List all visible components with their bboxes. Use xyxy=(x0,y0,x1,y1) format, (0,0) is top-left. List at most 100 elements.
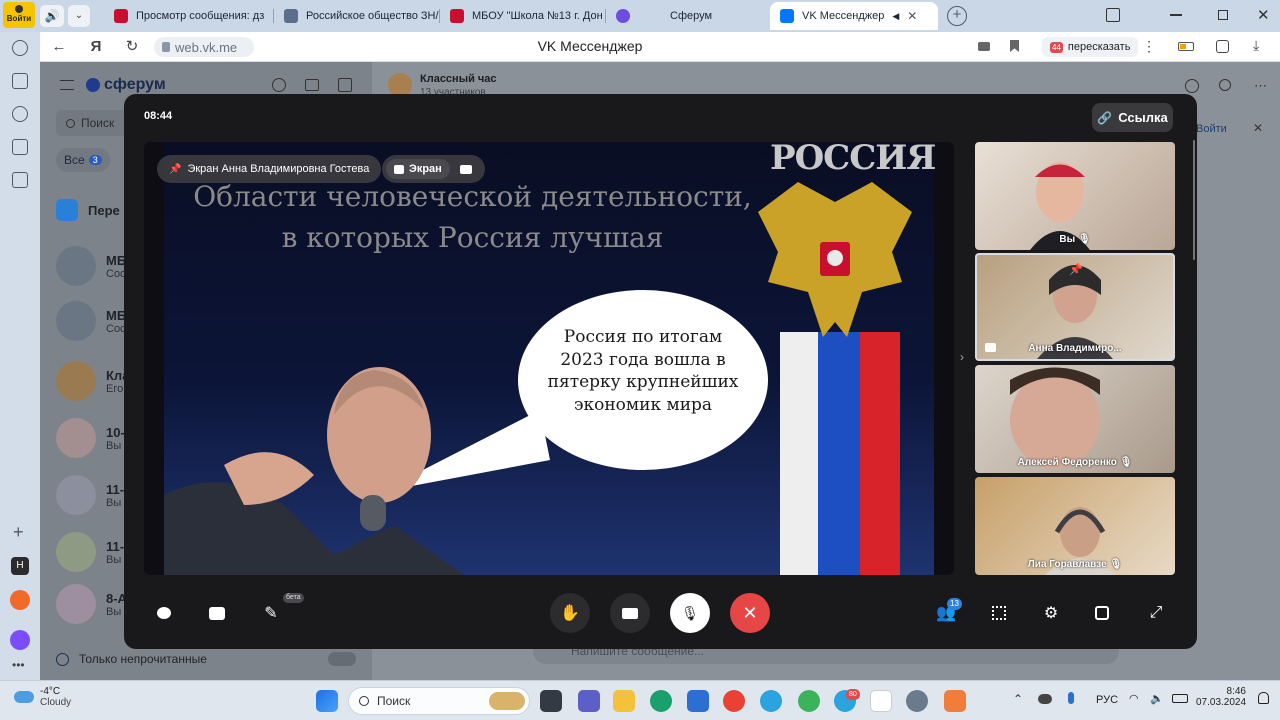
pip-icon xyxy=(1095,606,1109,620)
participant-tile[interactable]: Алексей Федоренко 🎙 xyxy=(975,365,1175,473)
archive-icon[interactable] xyxy=(305,79,319,91)
sound-tab-icon[interactable]: 🔊 xyxy=(40,5,64,27)
menu-icon[interactable] xyxy=(60,80,74,90)
file-explorer-icon[interactable] xyxy=(613,690,635,712)
tab-society[interactable]: Российское общество ЗН/ xyxy=(274,2,440,30)
play-icon[interactable] xyxy=(12,106,28,122)
share-screen-icon xyxy=(209,606,225,620)
clock[interactable]: 8:46 07.03.2024 xyxy=(1196,686,1246,708)
notification-icon[interactable] xyxy=(1258,692,1269,704)
whatsapp-icon[interactable] xyxy=(798,690,820,712)
tab-vk-messenger[interactable]: VK Мессенджер ◀ ✕ xyxy=(770,2,938,30)
taskbar-search[interactable]: Поиск xyxy=(348,687,530,715)
close-window-icon[interactable]: ✕ xyxy=(1257,6,1270,24)
grid-layout-button[interactable] xyxy=(987,601,1011,625)
participant-tile[interactable]: Лиа Горавлавзе 🎙 xyxy=(975,477,1175,575)
menu-dots-icon[interactable]: ⋮ xyxy=(1142,38,1156,55)
tab-message[interactable]: Просмотр сообщения: дз xyxy=(104,2,272,30)
start-button[interactable] xyxy=(316,690,338,712)
reload-icon[interactable]: ↻ xyxy=(124,39,140,55)
edge-icon[interactable] xyxy=(650,690,672,712)
extensions-icon[interactable] xyxy=(1216,40,1229,53)
unread-toggle[interactable] xyxy=(328,652,356,666)
pin-icon: 📌 xyxy=(169,163,182,175)
s-app-icon[interactable] xyxy=(12,139,28,155)
pinned-screen-chip[interactable]: 📌 Экран Анна Владимировна Гостева xyxy=(157,155,382,183)
raise-hand-button[interactable]: ✋ xyxy=(550,593,590,633)
unread-filter-row[interactable]: Только непрочитанные xyxy=(56,649,356,669)
settings-button[interactable]: ⚙ xyxy=(1039,601,1063,625)
screenshot-icon[interactable] xyxy=(12,172,28,188)
downloads-icon[interactable]: ⤓ xyxy=(1253,37,1259,54)
tile-pin-icon[interactable]: 📌 xyxy=(1069,263,1083,276)
volume-icon[interactable]: 🔈 xyxy=(1150,692,1164,705)
tabs-menu-icon[interactable]: ⌄ xyxy=(68,5,90,27)
settings-app-icon[interactable] xyxy=(906,690,928,712)
camera-button[interactable] xyxy=(610,593,650,633)
view-mode-switch[interactable]: Экран xyxy=(382,155,485,183)
camera-permission-icon[interactable] xyxy=(978,42,990,51)
weather-temp: -4°C xyxy=(40,686,61,697)
tab-school[interactable]: МБОУ "Школа №13 г. Дон xyxy=(440,2,606,30)
microphone-button[interactable]: 🎙 xyxy=(670,593,710,633)
tray-cloud-icon[interactable] xyxy=(1038,694,1052,704)
tray-chevron-icon[interactable]: ⌃ xyxy=(1013,692,1023,706)
tiles-scrollbar[interactable] xyxy=(1193,140,1195,260)
history-icon[interactable] xyxy=(12,40,28,56)
wifi-icon[interactable]: ◠ xyxy=(1129,692,1139,705)
weather-widget[interactable]: -4°C Cloudy xyxy=(14,686,71,708)
tray-mic-icon[interactable] xyxy=(1068,692,1074,704)
telegram-icon[interactable] xyxy=(760,690,782,712)
login-button[interactable]: Войти xyxy=(3,2,35,28)
beta-badge: бета xyxy=(283,593,304,603)
chat-button[interactable] xyxy=(152,601,176,625)
add-panel-icon[interactable]: + xyxy=(13,522,24,543)
compose-icon[interactable] xyxy=(338,78,352,92)
chrome-icon[interactable] xyxy=(723,690,745,712)
minimize-window-icon[interactable] xyxy=(1170,14,1182,16)
filter-all-chip[interactable]: Все 3 xyxy=(56,148,110,172)
participant-tile[interactable]: Вы 🎙 xyxy=(975,142,1175,250)
fullscreen-button[interactable]: ⤢ xyxy=(1144,601,1168,625)
chat-menu-icon[interactable]: ⋯ xyxy=(1254,78,1267,94)
participant-tile-active[interactable]: 📌 Анна Владимиро... xyxy=(975,253,1175,361)
share-screen-button[interactable] xyxy=(205,601,229,625)
more-dots-icon[interactable]: ••• xyxy=(12,658,25,672)
screen-view-option[interactable]: Экран xyxy=(386,159,450,179)
tab-sferum[interactable]: Сферум xyxy=(606,2,768,30)
chat-preview: Вы xyxy=(106,553,122,566)
expand-participants-icon[interactable]: › xyxy=(960,350,964,364)
task-view-icon[interactable] xyxy=(540,690,562,712)
login-hint-button[interactable]: Войти xyxy=(1196,123,1227,135)
collections-icon[interactable] xyxy=(1106,8,1120,22)
end-call-button[interactable]: ✕ xyxy=(730,593,770,633)
retell-button[interactable]: 44 пересказать xyxy=(1042,37,1139,57)
chat-search-icon[interactable] xyxy=(1219,79,1231,91)
restore-window-icon[interactable] xyxy=(1218,10,1228,20)
copy-link-button[interactable]: 🔗 Ссылка xyxy=(1092,103,1173,132)
phone-icon[interactable] xyxy=(1185,79,1199,93)
close-tab-icon[interactable]: ✕ xyxy=(907,9,917,23)
teams-icon[interactable] xyxy=(578,690,600,712)
mail-icon[interactable] xyxy=(687,690,709,712)
speaker-icon[interactable]: ◀ xyxy=(892,11,899,22)
url-field[interactable]: web.vk.me xyxy=(154,37,254,57)
close-hint-icon[interactable]: ✕ xyxy=(1253,121,1263,135)
new-tab-button[interactable]: + xyxy=(947,6,967,26)
app-orange-icon[interactable] xyxy=(10,590,30,610)
pencil-icon: ✎ xyxy=(264,605,278,622)
battery-tray-icon[interactable] xyxy=(1172,694,1188,703)
language-indicator[interactable]: РУС xyxy=(1096,694,1118,706)
yandex-browser-icon[interactable] xyxy=(870,690,892,712)
back-icon[interactable]: ← xyxy=(51,39,67,55)
notes-icon[interactable] xyxy=(12,73,28,89)
draw-button[interactable]: ✎ xyxy=(259,601,283,625)
camera-view-icon[interactable] xyxy=(459,164,472,174)
h-app-icon[interactable]: H xyxy=(11,557,29,575)
yandex-icon[interactable]: Я xyxy=(88,39,104,55)
alice-icon[interactable] xyxy=(10,630,30,650)
pip-button[interactable] xyxy=(1090,601,1114,625)
snipping-tool-icon[interactable] xyxy=(944,690,966,712)
search-icon xyxy=(66,118,75,128)
new-chat-icon[interactable] xyxy=(272,78,286,92)
